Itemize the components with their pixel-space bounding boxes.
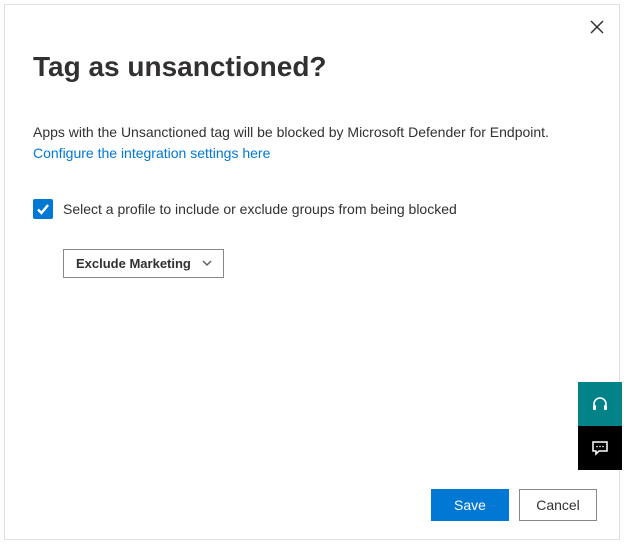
feedback-widget[interactable] bbox=[578, 426, 622, 470]
help-widget[interactable] bbox=[578, 382, 622, 426]
checkmark-icon bbox=[36, 202, 50, 216]
profile-checkbox[interactable] bbox=[33, 199, 53, 219]
save-button[interactable]: Save bbox=[431, 489, 509, 521]
configure-integration-link[interactable]: Configure the integration settings here bbox=[33, 145, 270, 161]
close-button[interactable] bbox=[583, 13, 611, 41]
tag-unsanctioned-dialog: Tag as unsanctioned? Apps with the Unsan… bbox=[4, 4, 620, 540]
side-widgets bbox=[578, 382, 622, 470]
profile-dropdown[interactable]: Exclude Marketing bbox=[63, 249, 224, 278]
profile-checkbox-label: Select a profile to include or exclude g… bbox=[63, 201, 457, 217]
dialog-title: Tag as unsanctioned? bbox=[33, 51, 591, 83]
chat-icon bbox=[590, 438, 610, 458]
headset-icon bbox=[590, 394, 610, 414]
profile-checkbox-row: Select a profile to include or exclude g… bbox=[33, 199, 591, 219]
dialog-footer: Save Cancel bbox=[431, 489, 597, 521]
chevron-down-icon bbox=[201, 257, 213, 269]
close-icon bbox=[590, 20, 604, 34]
cancel-button[interactable]: Cancel bbox=[519, 489, 597, 521]
profile-dropdown-selected: Exclude Marketing bbox=[76, 256, 191, 271]
dialog-description: Apps with the Unsanctioned tag will be b… bbox=[33, 123, 591, 143]
